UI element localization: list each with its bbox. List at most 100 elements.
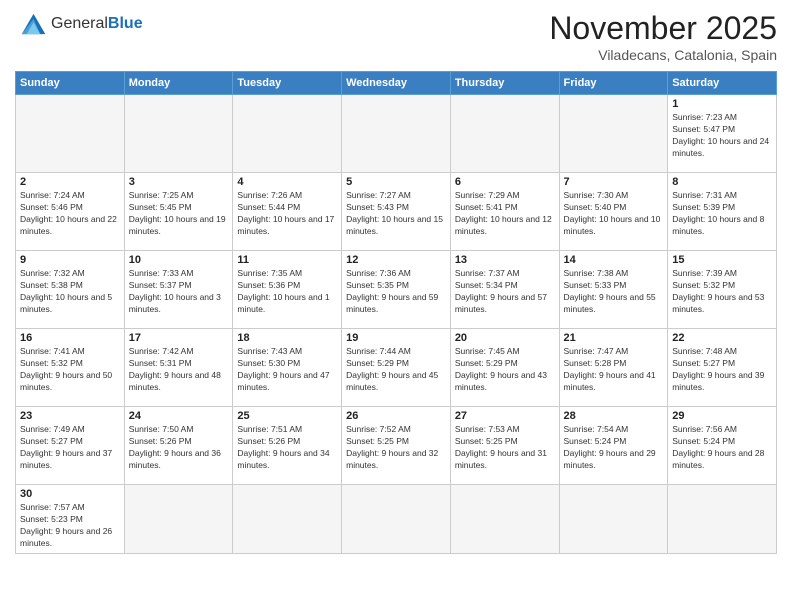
header-wednesday: Wednesday [342,72,451,95]
day-info: Sunrise: 7:49 AM Sunset: 5:27 PM Dayligh… [20,424,120,472]
calendar-cell: 1 Sunrise: 7:23 AM Sunset: 5:47 PM Daylig… [668,95,777,173]
header-thursday: Thursday [450,72,559,95]
header-friday: Friday [559,72,668,95]
calendar-cell [233,485,342,554]
calendar-cell: 16 Sunrise: 7:41 AM Sunset: 5:32 PM Dayli… [16,329,125,407]
day-info: Sunrise: 7:45 AM Sunset: 5:29 PM Dayligh… [455,346,555,394]
day-info: Sunrise: 7:35 AM Sunset: 5:36 PM Dayligh… [237,268,337,316]
day-number: 28 [564,410,664,422]
day-number: 7 [564,176,664,188]
calendar-week-2: 9 Sunrise: 7:32 AM Sunset: 5:38 PM Daylig… [16,251,777,329]
day-number: 2 [20,176,120,188]
calendar-cell: 30 Sunrise: 7:57 AM Sunset: 5:23 PM Dayli… [16,485,125,554]
day-number: 22 [672,332,772,344]
day-number: 20 [455,332,555,344]
day-number: 21 [564,332,664,344]
day-number: 10 [129,254,229,266]
day-info: Sunrise: 7:36 AM Sunset: 5:35 PM Dayligh… [346,268,446,316]
day-info: Sunrise: 7:54 AM Sunset: 5:24 PM Dayligh… [564,424,664,472]
day-number: 29 [672,410,772,422]
calendar-cell: 26 Sunrise: 7:52 AM Sunset: 5:25 PM Dayli… [342,407,451,485]
calendar-cell: 11 Sunrise: 7:35 AM Sunset: 5:36 PM Dayli… [233,251,342,329]
calendar-cell [559,485,668,554]
day-number: 26 [346,410,446,422]
calendar-cell [16,95,125,173]
calendar-cell: 8Sunrise: 7:31 AM Sunset: 5:39 PM Daylig… [668,173,777,251]
calendar-cell [342,485,451,554]
calendar-cell: 23Sunrise: 7:49 AM Sunset: 5:27 PM Dayli… [16,407,125,485]
day-number: 1 [672,98,772,110]
calendar-week-5: 30 Sunrise: 7:57 AM Sunset: 5:23 PM Dayli… [16,485,777,554]
day-number: 13 [455,254,555,266]
calendar-cell: 14Sunrise: 7:38 AM Sunset: 5:33 PM Dayli… [559,251,668,329]
day-info: Sunrise: 7:25 AM Sunset: 5:45 PM Dayligh… [129,190,229,238]
day-number: 27 [455,410,555,422]
header: GeneralBlue November 2025 Viladecans, Ca… [15,10,777,63]
day-info: Sunrise: 7:37 AM Sunset: 5:34 PM Dayligh… [455,268,555,316]
page: GeneralBlue November 2025 Viladecans, Ca… [0,0,792,612]
day-info: Sunrise: 7:52 AM Sunset: 5:25 PM Dayligh… [346,424,446,472]
calendar-week-3: 16 Sunrise: 7:41 AM Sunset: 5:32 PM Dayli… [16,329,777,407]
day-info: Sunrise: 7:39 AM Sunset: 5:32 PM Dayligh… [672,268,772,316]
calendar-cell: 6 Sunrise: 7:29 AM Sunset: 5:41 PM Daylig… [450,173,559,251]
logo-icon [15,10,47,38]
calendar-cell: 4 Sunrise: 7:26 AM Sunset: 5:44 PM Daylig… [233,173,342,251]
location: Viladecans, Catalonia, Spain [549,47,777,63]
day-info: Sunrise: 7:43 AM Sunset: 5:30 PM Dayligh… [237,346,337,394]
calendar-cell: 24Sunrise: 7:50 AM Sunset: 5:26 PM Dayli… [124,407,233,485]
day-info: Sunrise: 7:57 AM Sunset: 5:23 PM Dayligh… [20,502,120,550]
header-tuesday: Tuesday [233,72,342,95]
day-number: 19 [346,332,446,344]
day-number: 9 [20,254,120,266]
day-info: Sunrise: 7:50 AM Sunset: 5:26 PM Dayligh… [129,424,229,472]
day-info: Sunrise: 7:26 AM Sunset: 5:44 PM Dayligh… [237,190,337,238]
calendar-cell [450,485,559,554]
day-number: 8 [672,176,772,188]
header-saturday: Saturday [668,72,777,95]
day-number: 14 [564,254,664,266]
calendar-cell [668,485,777,554]
day-number: 16 [20,332,120,344]
header-monday: Monday [124,72,233,95]
calendar-cell: 3Sunrise: 7:25 AM Sunset: 5:45 PM Daylig… [124,173,233,251]
calendar-cell: 10Sunrise: 7:33 AM Sunset: 5:37 PM Dayli… [124,251,233,329]
day-info: Sunrise: 7:51 AM Sunset: 5:26 PM Dayligh… [237,424,337,472]
day-info: Sunrise: 7:23 AM Sunset: 5:47 PM Dayligh… [672,112,772,160]
day-number: 4 [237,176,337,188]
calendar-cell: 2 Sunrise: 7:24 AM Sunset: 5:46 PM Daylig… [16,173,125,251]
day-number: 6 [455,176,555,188]
day-number: 5 [346,176,446,188]
calendar-cell: 5Sunrise: 7:27 AM Sunset: 5:43 PM Daylig… [342,173,451,251]
day-info: Sunrise: 7:30 AM Sunset: 5:40 PM Dayligh… [564,190,664,238]
title-block: November 2025 Viladecans, Catalonia, Spa… [549,10,777,63]
day-info: Sunrise: 7:24 AM Sunset: 5:46 PM Dayligh… [20,190,120,238]
calendar-cell: 27Sunrise: 7:53 AM Sunset: 5:25 PM Dayli… [450,407,559,485]
calendar-cell [559,95,668,173]
calendar-cell: 19 Sunrise: 7:44 AM Sunset: 5:29 PM Dayli… [342,329,451,407]
logo-text: GeneralBlue [51,15,143,33]
day-info: Sunrise: 7:32 AM Sunset: 5:38 PM Dayligh… [20,268,120,316]
day-number: 30 [20,488,120,500]
calendar: Sunday Monday Tuesday Wednesday Thursday… [15,71,777,554]
day-info: Sunrise: 7:42 AM Sunset: 5:31 PM Dayligh… [129,346,229,394]
day-number: 11 [237,254,337,266]
calendar-cell: 7 Sunrise: 7:30 AM Sunset: 5:40 PM Daylig… [559,173,668,251]
day-info: Sunrise: 7:48 AM Sunset: 5:27 PM Dayligh… [672,346,772,394]
day-info: Sunrise: 7:29 AM Sunset: 5:41 PM Dayligh… [455,190,555,238]
day-number: 25 [237,410,337,422]
calendar-cell [124,485,233,554]
calendar-week-0: 1 Sunrise: 7:23 AM Sunset: 5:47 PM Daylig… [16,95,777,173]
calendar-week-4: 23Sunrise: 7:49 AM Sunset: 5:27 PM Dayli… [16,407,777,485]
day-info: Sunrise: 7:41 AM Sunset: 5:32 PM Dayligh… [20,346,120,394]
day-number: 15 [672,254,772,266]
calendar-cell [124,95,233,173]
day-number: 18 [237,332,337,344]
calendar-cell: 22 Sunrise: 7:48 AM Sunset: 5:27 PM Dayli… [668,329,777,407]
calendar-cell: 20 Sunrise: 7:45 AM Sunset: 5:29 PM Dayli… [450,329,559,407]
day-info: Sunrise: 7:44 AM Sunset: 5:29 PM Dayligh… [346,346,446,394]
weekday-header-row: Sunday Monday Tuesday Wednesday Thursday… [16,72,777,95]
calendar-cell: 18 Sunrise: 7:43 AM Sunset: 5:30 PM Dayli… [233,329,342,407]
calendar-week-1: 2 Sunrise: 7:24 AM Sunset: 5:46 PM Daylig… [16,173,777,251]
calendar-cell: 28 Sunrise: 7:54 AM Sunset: 5:24 PM Dayli… [559,407,668,485]
day-number: 17 [129,332,229,344]
